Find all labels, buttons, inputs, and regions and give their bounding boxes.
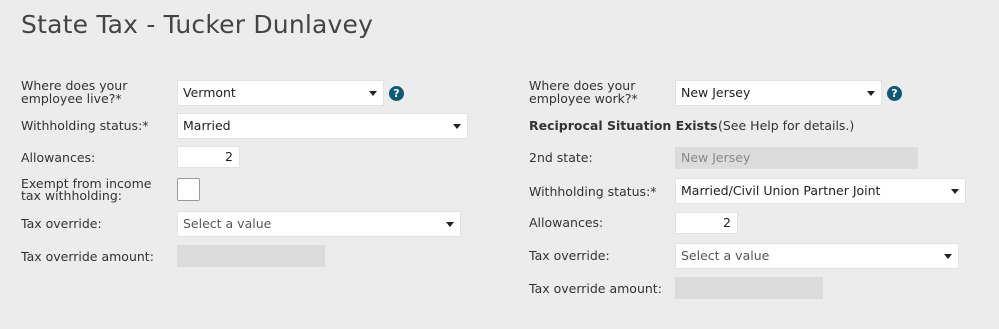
chevron-down-icon <box>446 222 454 227</box>
withholding-status-label: Withholding status:* <box>529 184 657 199</box>
tax-override-placeholder: Select a value <box>681 248 770 263</box>
tax-override-amount-label: Tax override amount: <box>529 281 662 296</box>
tax-override-amount-input <box>675 277 823 299</box>
reciprocal-help-text: (See Help for details.) <box>718 118 855 133</box>
chevron-down-icon <box>369 91 377 96</box>
allowances-input[interactable]: 2 <box>675 212 738 234</box>
second-state-label: 2nd state: <box>529 150 593 165</box>
employee-work-label: Where does your employee work?* <box>529 78 638 106</box>
tax-override-placeholder: Select a value <box>183 216 272 231</box>
second-state-field: New Jersey <box>675 147 918 169</box>
allowances-input[interactable]: 2 <box>177 146 240 168</box>
chevron-down-icon <box>453 124 461 129</box>
employee-live-value: Vermont <box>183 85 236 100</box>
tax-override-label: Tax override: <box>529 248 610 263</box>
chevron-down-icon <box>944 254 952 259</box>
chevron-down-icon <box>951 189 959 194</box>
page-title: State Tax - Tucker Dunlavey <box>21 10 374 39</box>
withholding-status-select[interactable]: Married <box>177 113 468 139</box>
withholding-status-value: Married <box>183 118 231 133</box>
employee-work-value: New Jersey <box>681 85 751 100</box>
tax-override-amount-label: Tax override amount: <box>21 249 154 264</box>
employee-live-label: Where does your employee live?* <box>21 78 128 106</box>
tax-override-select[interactable]: Select a value <box>675 243 959 269</box>
allowances-label: Allowances: <box>21 150 96 165</box>
employee-work-select[interactable]: New Jersey <box>675 80 882 106</box>
withholding-status-label: Withholding status:* <box>21 118 149 133</box>
exempt-label: Exempt from income tax withholding: <box>21 176 152 203</box>
tax-override-select[interactable]: Select a value <box>177 211 461 237</box>
exempt-checkbox[interactable] <box>177 178 200 201</box>
employee-live-select[interactable]: Vermont <box>177 80 384 106</box>
reciprocal-situation-label: Reciprocal Situation Exists <box>529 118 718 133</box>
tax-override-label: Tax override: <box>21 216 102 231</box>
chevron-down-icon <box>867 91 875 96</box>
help-question-icon[interactable]: ? <box>389 86 404 101</box>
allowances-label: Allowances: <box>529 215 604 230</box>
withholding-status-value: Married/Civil Union Partner Joint <box>681 183 881 198</box>
tax-override-amount-input <box>177 245 325 267</box>
withholding-status-select[interactable]: Married/Civil Union Partner Joint <box>675 178 966 204</box>
help-question-icon[interactable]: ? <box>887 86 902 101</box>
